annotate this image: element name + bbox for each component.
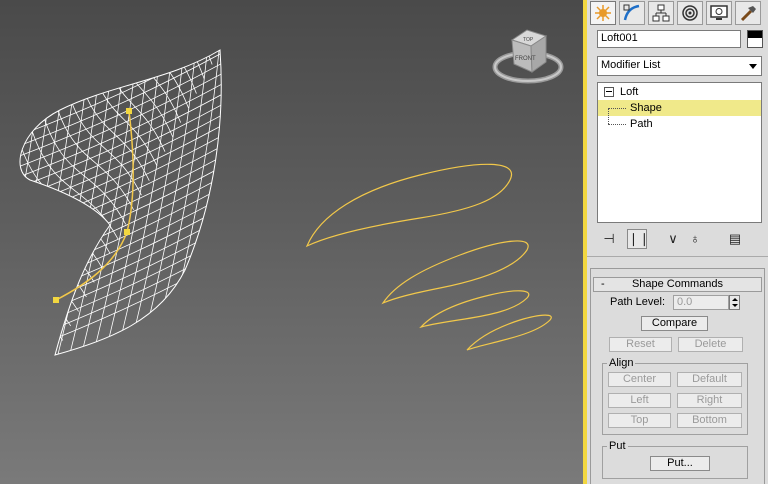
rollout-header[interactable]: - Shape Commands	[593, 277, 762, 292]
section-shape-4[interactable]	[466, 314, 552, 351]
motion-tab[interactable]	[677, 1, 703, 25]
modifier-list-dropdown[interactable]: Modifier List	[597, 56, 762, 76]
tree-line	[608, 108, 626, 109]
utilities-icon	[740, 6, 756, 22]
remove-modifier-icon[interactable]: ♁	[685, 229, 705, 249]
hierarchy-icon	[652, 4, 670, 22]
pin-stack-icon[interactable]: ⊣	[599, 229, 619, 249]
viewcube[interactable]: TOP FRONT	[492, 29, 564, 84]
loft-outline	[19, 49, 222, 356]
scene-canvas[interactable]: TOP FRONT	[0, 0, 583, 484]
path-vertex[interactable]	[126, 108, 132, 114]
display-tab[interactable]	[706, 1, 732, 25]
object-color-swatch[interactable]	[747, 30, 763, 48]
loft-wireframe[interactable]	[0, 0, 240, 370]
tree-line	[608, 124, 626, 125]
make-unique-icon[interactable]: ∨	[663, 229, 683, 249]
stack-toolbar: ⊣ ❘❘ ∨ ♁ ▤	[597, 228, 762, 250]
align-bottom-button[interactable]: Bottom	[677, 413, 742, 428]
stack-item-label: Path	[630, 118, 653, 130]
path-level-spinner[interactable]: 0.0	[673, 295, 729, 310]
utilities-tab[interactable]	[735, 1, 761, 25]
loft-path-line[interactable]	[55, 110, 134, 301]
configure-sets-icon[interactable]: ▤	[725, 229, 745, 249]
stack-item-shape[interactable]: Shape	[598, 100, 761, 124]
perspective-viewport[interactable]: TOP FRONT	[0, 0, 583, 484]
modify-icon	[623, 4, 640, 21]
create-icon	[595, 5, 611, 21]
command-panel-tabs	[587, 0, 768, 26]
align-group-label: Align	[607, 357, 636, 369]
rollout-title: Shape Commands	[631, 278, 724, 290]
align-default-button[interactable]: Default	[677, 372, 742, 387]
modify-tab[interactable]	[619, 1, 645, 25]
modifier-stack[interactable]: Loft Shape Path	[597, 82, 762, 223]
command-panel: Loft001 Modifier List Loft Shape Path ⊣ …	[587, 0, 768, 484]
delete-button[interactable]: Delete	[678, 337, 743, 352]
path-vertex[interactable]	[124, 229, 130, 235]
viewcube-front-label: FRONT	[515, 56, 536, 62]
rollout-collapse-icon: -	[601, 278, 605, 290]
stack-item-path[interactable]: Path	[598, 116, 761, 132]
put-group-label: Put	[607, 440, 628, 452]
motion-icon	[682, 5, 698, 21]
stack-item-loft[interactable]: Loft	[598, 84, 761, 100]
modifier-list-label: Modifier List	[601, 59, 661, 71]
spinner-down-icon[interactable]	[732, 304, 738, 307]
spinner-arrows[interactable]	[729, 295, 740, 310]
section-shape-1[interactable]	[305, 163, 513, 248]
put-group: Put Put...	[602, 440, 748, 479]
shape-commands-rollout: - Shape Commands Path Level: 0.0 Compare…	[590, 268, 765, 484]
viewcube-top-label: TOP	[523, 37, 534, 43]
section-shape-3[interactable]	[419, 290, 530, 329]
stack-item-label: Loft	[620, 86, 639, 98]
collapse-icon[interactable]	[604, 87, 614, 97]
panel-divider	[587, 256, 768, 257]
hierarchy-tab[interactable]	[648, 1, 674, 25]
align-right-button[interactable]: Right	[677, 393, 742, 408]
align-left-button[interactable]: Left	[608, 393, 671, 408]
display-icon	[710, 5, 728, 20]
create-tab[interactable]	[590, 1, 616, 25]
reset-button[interactable]: Reset	[609, 337, 672, 352]
chevron-down-icon	[749, 64, 757, 69]
path-vertex[interactable]	[53, 297, 59, 303]
align-center-button[interactable]: Center	[608, 372, 671, 387]
spinner-up-icon[interactable]	[732, 298, 738, 301]
align-top-button[interactable]: Top	[608, 413, 671, 428]
section-shape-2[interactable]	[381, 240, 529, 305]
put-button[interactable]: Put...	[650, 456, 710, 471]
compare-button[interactable]: Compare	[641, 316, 708, 331]
align-group: Align Center Default Left Right Top Bott…	[602, 357, 748, 435]
show-end-result-icon[interactable]: ❘❘	[627, 229, 650, 249]
object-name-field[interactable]: Loft001	[597, 30, 741, 48]
path-level-label: Path Level:	[610, 296, 666, 308]
stack-item-label: Shape	[630, 102, 662, 114]
